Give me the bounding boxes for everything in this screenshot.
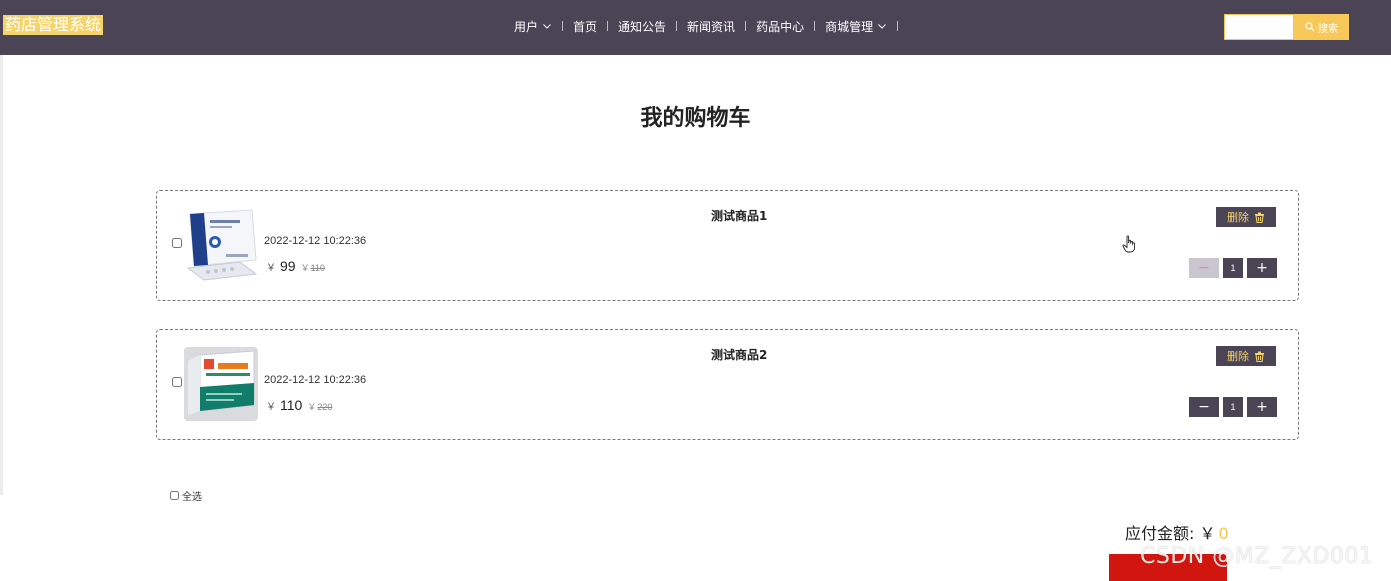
trash-icon <box>1255 212 1264 223</box>
total-label: 应付金额: ￥ <box>1125 524 1216 543</box>
item-name[interactable]: 测试商品2 <box>711 346 767 363</box>
cart-item: 2022-12-12 10:22:36 ￥ 110 ￥ 220 测试商品2 删除… <box>156 329 1299 440</box>
item-price: 110 <box>280 397 303 413</box>
select-all-checkbox[interactable] <box>170 491 179 500</box>
nav-item-user[interactable]: 用户 <box>514 18 552 35</box>
item-checkbox[interactable] <box>172 377 182 387</box>
nav-divider <box>897 21 899 31</box>
nav-item-home[interactable]: 首页 <box>573 18 597 35</box>
nav-item-label: 首页 <box>573 19 598 34</box>
nav-item-label: 新闻资讯 <box>687 19 736 34</box>
increase-quantity-button[interactable]: + <box>1247 397 1277 417</box>
item-date: 2022-12-12 10:22:36 <box>264 235 367 247</box>
increase-quantity-button[interactable]: + <box>1247 258 1277 278</box>
search-button-label: 搜索 <box>1318 23 1338 35</box>
item-checkbox[interactable] <box>172 238 182 248</box>
app-logo[interactable]: 药店管理系统 <box>3 15 104 35</box>
select-all[interactable]: 全选 <box>170 488 202 503</box>
top-navbar: 药店管理系统 用户 首页 通知公告 新闻资讯 药品中心 商城管理 搜索 <box>0 0 1391 55</box>
quantity-value[interactable]: 1 <box>1223 258 1243 278</box>
trash-icon <box>1255 351 1264 362</box>
search-bar: 搜索 <box>1224 14 1349 40</box>
item-price: 99 <box>280 258 296 274</box>
chevron-down-icon <box>543 24 551 29</box>
old-currency-symbol: ￥ <box>300 263 310 273</box>
product-image[interactable] <box>184 208 258 282</box>
nav-item-news[interactable]: 新闻资讯 <box>687 18 735 35</box>
price-row: ￥ 110 ￥ 220 <box>266 397 332 413</box>
total-amount-value: 0 <box>1218 524 1229 543</box>
watermark: CSDN @MZ_ZXD001 <box>1140 544 1374 569</box>
item-name[interactable]: 测试商品1 <box>711 207 767 224</box>
quantity-stepper: − 1 + <box>1189 397 1277 417</box>
chevron-down-icon <box>878 24 886 29</box>
nav-item-medicine-center[interactable]: 药品中心 <box>756 18 804 35</box>
search-input[interactable] <box>1224 14 1294 40</box>
nav-item-notices[interactable]: 通知公告 <box>618 18 666 35</box>
quantity-stepper: − 1 + <box>1189 258 1277 278</box>
nav-divider <box>562 21 564 31</box>
delete-button-label: 删除 <box>1227 350 1249 363</box>
medicine-box-image <box>184 208 258 282</box>
delete-button-label: 删除 <box>1227 211 1249 224</box>
currency-symbol: ￥ <box>266 402 276 413</box>
delete-button[interactable]: 删除 <box>1216 346 1276 366</box>
hand-cursor-icon <box>1122 235 1136 253</box>
original-price: 220 <box>317 402 333 412</box>
product-image[interactable] <box>184 347 258 421</box>
price-row: ￥ 99 ￥ 110 <box>266 258 325 274</box>
nav-item-label: 用户 <box>514 19 539 34</box>
select-all-label: 全选 <box>182 492 202 503</box>
decrease-quantity-button[interactable]: − <box>1189 397 1219 417</box>
nav-divider <box>814 21 816 31</box>
original-price: 110 <box>310 263 325 273</box>
nav-item-label: 药品中心 <box>756 19 805 34</box>
decrease-quantity-button[interactable]: − <box>1189 258 1219 278</box>
item-date: 2022-12-12 10:22:36 <box>264 374 367 386</box>
nav-item-mall-management[interactable]: 商城管理 <box>825 18 887 35</box>
nav-divider <box>607 21 609 31</box>
delete-button[interactable]: 删除 <box>1216 207 1276 227</box>
quantity-value[interactable]: 1 <box>1223 397 1243 417</box>
medicine-box-image <box>184 347 258 421</box>
page-title: 我的购物车 <box>640 106 751 131</box>
search-icon <box>1305 22 1315 32</box>
nav-divider <box>676 21 678 31</box>
currency-symbol: ￥ <box>266 263 276 274</box>
total-amount-row: 应付金额: ￥ 0 <box>1125 520 1229 544</box>
nav-divider <box>745 21 747 31</box>
old-currency-symbol: ￥ <box>307 402 317 412</box>
nav-item-label: 商城管理 <box>825 19 874 34</box>
nav-item-label: 通知公告 <box>618 19 667 34</box>
search-button[interactable]: 搜索 <box>1294 14 1349 40</box>
main-nav: 用户 首页 通知公告 新闻资讯 药品中心 商城管理 <box>514 18 908 34</box>
